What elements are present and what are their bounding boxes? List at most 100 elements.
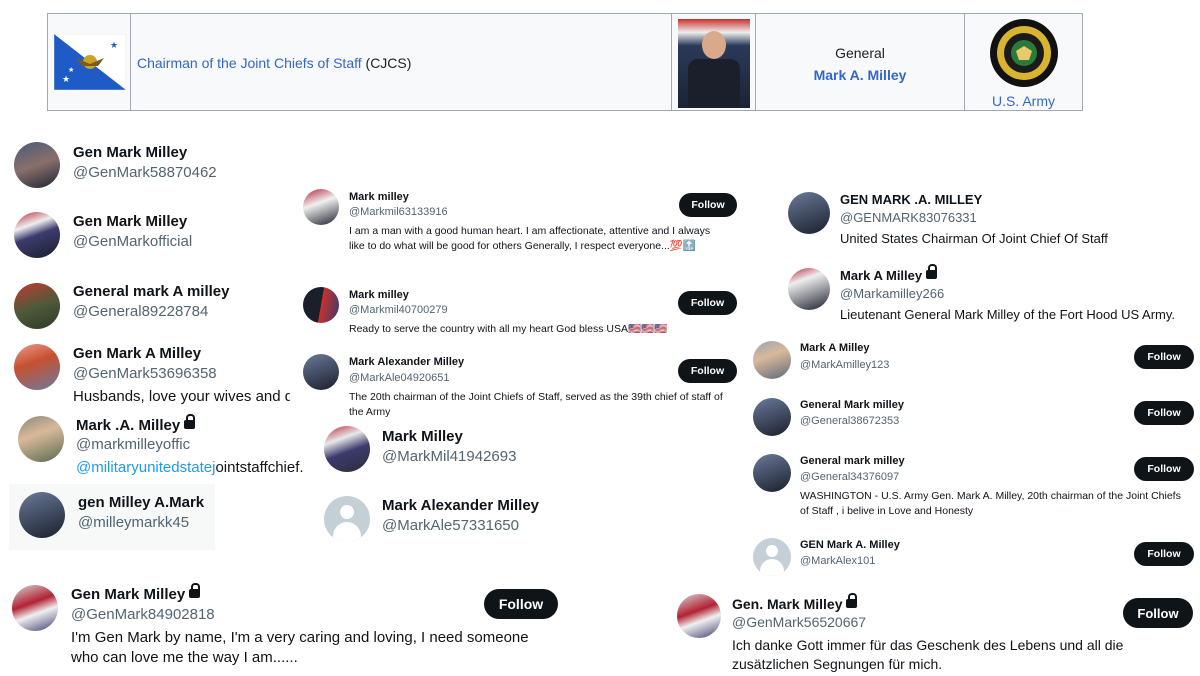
office-cell: Chairman of the Joint Chiefs of Staff (C… (131, 14, 672, 110)
avatar[interactable] (303, 354, 339, 390)
branch-link[interactable]: U.S. Army (965, 93, 1082, 109)
account-bio: The 20th chairman of the Joint Chiefs of… (349, 391, 723, 418)
account-card[interactable]: Gen Mark Milley @GenMark84902818 I'm Gen… (0, 575, 570, 676)
account-card[interactable]: gen Milley A.Mark @milleymarkk45 (9, 484, 215, 550)
rank-label: General (835, 45, 885, 61)
svg-text:★: ★ (110, 40, 118, 50)
account-card[interactable]: Mark Milley @MarkMil41942693 (309, 420, 529, 480)
follow-button[interactable]: Follow (1134, 457, 1194, 481)
account-card[interactable]: GEN MARK .A. MILLEY @GENMARK83076331 Uni… (774, 180, 1200, 256)
avatar[interactable] (14, 283, 60, 329)
avatar[interactable] (14, 212, 60, 258)
follow-button[interactable]: Follow (678, 359, 737, 383)
avatar[interactable] (753, 398, 791, 436)
avatar[interactable] (677, 594, 721, 638)
follow-button[interactable]: Follow (1134, 401, 1194, 425)
account-name[interactable]: GEN MARK .A. MILLEY (840, 192, 982, 207)
milley-portrait[interactable] (678, 19, 750, 108)
account-bio: Ready to serve the country with all my h… (349, 323, 668, 335)
office-link[interactable]: Chairman of the Joint Chiefs of Staff (137, 55, 362, 71)
account-card[interactable]: GEN Mark A. Milley @MarkAlex101 Follow (748, 533, 1200, 579)
avatar[interactable] (14, 142, 60, 188)
account-card[interactable]: Gen. Mark Milley @GenMark56520667 Ich da… (667, 584, 1200, 676)
avatar[interactable] (18, 416, 64, 462)
account-handle: @GenMarkofficial (73, 233, 193, 250)
avatar[interactable] (303, 287, 339, 323)
account-handle: @Markmil40700279 (349, 304, 448, 316)
account-name[interactable]: General Mark milley (800, 399, 904, 411)
account-name[interactable]: General mark A milley (73, 283, 229, 300)
svg-text:★: ★ (114, 71, 121, 80)
avatar[interactable] (12, 585, 58, 631)
account-card[interactable]: General Mark milley @General38672353 Fol… (748, 392, 1200, 444)
avatar[interactable] (14, 344, 60, 390)
account-bio: I am a man with a good human heart. I am… (349, 225, 711, 252)
follow-button[interactable]: Follow (678, 291, 737, 315)
follow-button[interactable]: Follow (679, 193, 737, 217)
account-card[interactable]: Gen Mark Milley @GenMark58870462 (0, 130, 290, 192)
avatar[interactable] (324, 426, 370, 472)
bio-mention-link[interactable]: @militaryunitedstatej (76, 459, 215, 476)
lock-icon (926, 264, 938, 280)
account-name[interactable]: Gen Mark A Milley (73, 345, 201, 362)
account-bio: Husbands, love your wives and do (73, 388, 290, 405)
account-handle: @General38672353 (800, 415, 900, 427)
account-name[interactable]: Gen Mark Milley (73, 213, 187, 230)
account-name[interactable]: Mark milley (349, 289, 409, 301)
avatar[interactable] (753, 341, 791, 379)
portrait-cell (672, 14, 756, 110)
account-card[interactable]: Mark Alexander Milley @MarkAle04920651 T… (291, 347, 743, 423)
follow-button[interactable]: Follow (1134, 542, 1194, 566)
avatar[interactable] (19, 492, 65, 538)
follow-button[interactable]: Follow (484, 589, 558, 619)
account-card[interactable]: Mark A Milley @MarkAmilley123 Follow (748, 336, 1200, 388)
account-handle: @MarkAmilley123 (800, 359, 890, 371)
cjcs-flag-cell: ★ ★ ★ ★ (48, 14, 131, 110)
account-card[interactable]: Mark milley @Markmil40700279 Ready to se… (291, 280, 743, 342)
account-name[interactable]: Mark A Milley (800, 342, 870, 354)
cjcs-flag-icon: ★ ★ ★ ★ (54, 34, 126, 90)
account-name[interactable]: Mark Alexander Milley (349, 356, 464, 368)
account-name[interactable]: Mark Alexander Milley (382, 497, 539, 514)
avatar[interactable] (303, 189, 339, 225)
account-name[interactable]: Gen Mark Milley (71, 582, 201, 603)
account-handle: @GenMark58870462 (73, 164, 217, 181)
account-card[interactable]: General mark milley @General34376097 WAS… (748, 448, 1200, 528)
lock-icon (189, 582, 201, 598)
default-avatar-icon[interactable] (753, 538, 791, 576)
account-name[interactable]: Mark Milley (382, 428, 463, 445)
default-avatar-icon[interactable] (324, 496, 370, 542)
account-handle: @MarkAle57331650 (382, 517, 519, 534)
account-card[interactable]: Gen Mark A Milley @GenMark53696358 Husba… (0, 337, 290, 409)
follow-button[interactable]: Follow (1123, 598, 1193, 628)
account-card[interactable]: Mark .A. Milley @markmilleyoffic @milita… (8, 410, 308, 482)
follow-button[interactable]: Follow (1134, 345, 1194, 369)
account-card[interactable]: Mark A Milley @Markamilley266 Lieutenant… (774, 258, 1200, 330)
account-bio: Lieutenant General Mark Milley of the Fo… (840, 307, 1176, 322)
account-name[interactable]: Mark .A. Milley (76, 413, 196, 434)
account-name[interactable]: Gen Mark Milley (73, 144, 187, 161)
svg-text:★: ★ (68, 66, 74, 74)
account-name[interactable]: General mark milley (800, 455, 905, 467)
army-seal-icon (990, 19, 1058, 87)
lock-icon (184, 413, 196, 429)
account-card[interactable]: Mark Alexander Milley @MarkAle57331650 (309, 484, 559, 548)
account-handle: @GENMARK83076331 (840, 210, 977, 225)
account-bio: United States Chairman Of Joint Chief Of… (840, 231, 1108, 246)
account-name[interactable]: GEN Mark A. Milley (800, 539, 900, 551)
account-name[interactable]: Mark milley (349, 191, 409, 203)
account-name[interactable]: Gen. Mark Milley (732, 592, 858, 612)
account-handle: @General89228784 (73, 303, 209, 320)
account-handle: @MarkAle04920651 (349, 372, 450, 384)
account-card[interactable]: Mark milley @Markmil63133916 I am a man … (291, 181, 743, 275)
account-card[interactable]: General mark A milley @General89228784 (0, 270, 290, 332)
account-handle: @MarkAlex101 (800, 555, 876, 567)
account-handle: @milleymarkk45 (78, 514, 190, 531)
name-link[interactable]: Mark A. Milley (756, 67, 964, 83)
avatar[interactable] (753, 454, 791, 492)
account-card[interactable]: Gen Mark Milley @GenMarkofficial (0, 200, 290, 262)
account-name[interactable]: gen Milley A.Mark (78, 494, 204, 511)
account-name[interactable]: Mark A Milley (840, 264, 938, 283)
avatar[interactable] (788, 192, 830, 234)
avatar[interactable] (788, 268, 830, 310)
